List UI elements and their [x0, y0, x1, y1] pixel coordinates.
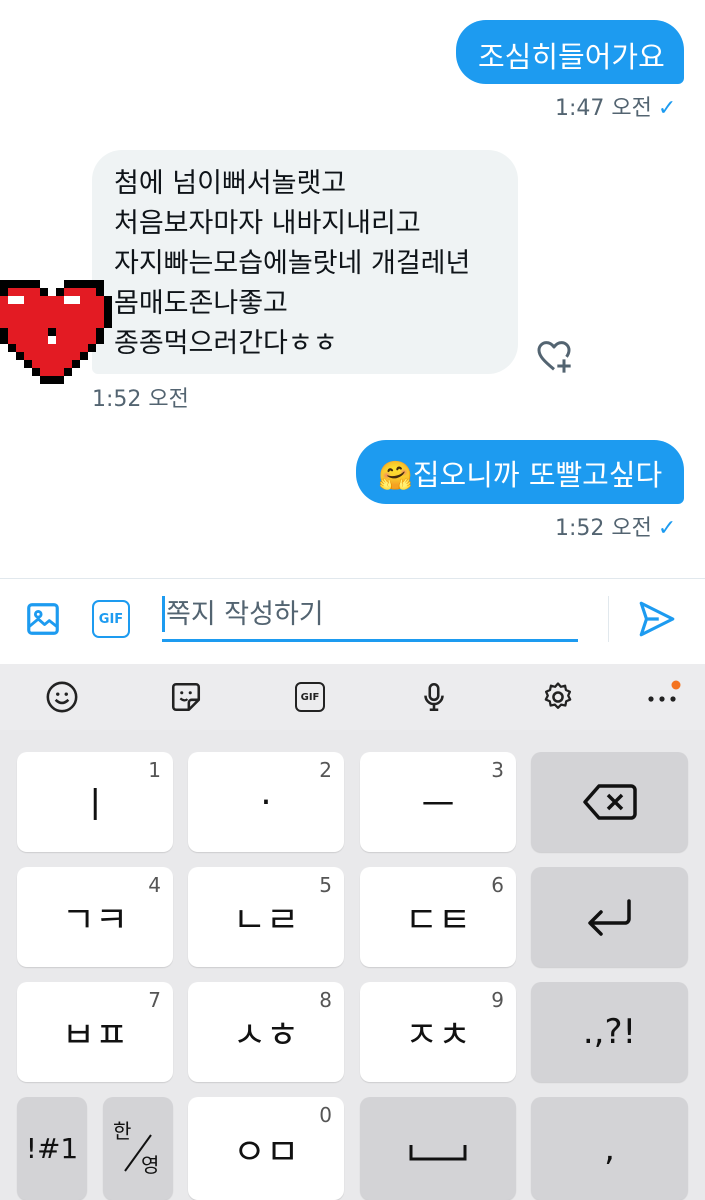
- space-key[interactable]: [360, 1097, 516, 1200]
- key-label: ,: [604, 1128, 615, 1169]
- gif-keyboard-button[interactable]: GIF: [288, 675, 332, 719]
- gif-button[interactable]: GIF: [92, 600, 130, 638]
- gif-label: GIF: [300, 691, 320, 703]
- message-line: 종종먹으러간다ㅎㅎ: [114, 328, 338, 359]
- key-label: ·: [260, 781, 272, 823]
- key-digeut-tieut[interactable]: 6 ㄷㅌ: [360, 867, 516, 967]
- sent-check-icon: ✓: [657, 516, 677, 541]
- key-dot[interactable]: 2 ·: [188, 752, 344, 852]
- more-options-icon[interactable]: [640, 675, 684, 719]
- key-label: ㅣ: [78, 785, 112, 826]
- key-nieun-rieul[interactable]: 5 ㄴㄹ: [188, 867, 344, 967]
- settings-gear-icon[interactable]: [536, 675, 580, 719]
- key-label: ㅡ: [421, 785, 455, 826]
- hugging-face-emoji: 🤗: [378, 459, 413, 492]
- key-giyeok-kieuk[interactable]: 4 ㄱㅋ: [17, 867, 173, 967]
- language-toggle-key[interactable]: 한 영: [103, 1097, 173, 1200]
- keyboard-toolbar: [0, 664, 705, 730]
- message-timestamp: 1:47 오전: [555, 96, 652, 121]
- key-label: ㄴㄹ: [232, 900, 300, 941]
- space-icon: [409, 1145, 467, 1161]
- key-bieup-pieup[interactable]: 7 ㅂㅍ: [17, 982, 173, 1082]
- key-i[interactable]: 1 ㅣ: [17, 752, 173, 852]
- sticker-icon[interactable]: [164, 675, 208, 719]
- message-text: 집오니까 또빨고싶다: [412, 458, 663, 492]
- symbols-key[interactable]: !#1: [17, 1097, 87, 1200]
- emoji-icon[interactable]: [40, 675, 84, 719]
- message-input-container: [162, 592, 582, 642]
- message-input[interactable]: [162, 592, 582, 636]
- lang-english-label: 영: [141, 1153, 160, 1177]
- key-label: ㄷㅌ: [404, 900, 472, 941]
- key-label: ㅈㅊ: [404, 1015, 472, 1056]
- punctuation-key[interactable]: .,?!: [531, 982, 688, 1082]
- key-label: .,?!: [582, 1012, 637, 1052]
- divider: [608, 596, 609, 642]
- message-meta: 1:47 오전 ✓: [555, 90, 676, 122]
- text-caret: [162, 596, 165, 632]
- enter-key[interactable]: [531, 867, 688, 967]
- message-timestamp: 1:52 오전: [92, 387, 189, 412]
- key-label: !#1: [25, 1132, 79, 1165]
- enter-icon: [588, 899, 631, 936]
- message-line: 첨에 넘이뻐서놀랫고: [114, 168, 347, 199]
- key-siot-hieut[interactable]: 8 ㅅㅎ: [188, 982, 344, 1082]
- message-bubble-outgoing[interactable]: 🤗집오니까 또빨고싶다: [356, 440, 684, 504]
- backspace-icon: [583, 784, 637, 820]
- send-icon[interactable]: [636, 598, 678, 640]
- microphone-icon[interactable]: [412, 675, 456, 719]
- message-timestamp: 1:52 오전: [555, 516, 652, 541]
- key-jieut-chieut[interactable]: 9 ㅈㅊ: [360, 982, 516, 1082]
- key-ieung-mieum[interactable]: 0 ㅇㅁ: [188, 1097, 344, 1200]
- message-line: 몸매도존나좋고: [114, 288, 288, 319]
- backspace-key[interactable]: [531, 752, 688, 852]
- key-label: ㄱㅋ: [61, 900, 129, 941]
- message-meta: 1:52 오전 ✓: [555, 510, 676, 542]
- key-label: ㅅㅎ: [232, 1015, 300, 1056]
- sent-check-icon: ✓: [657, 96, 677, 121]
- image-icon[interactable]: [24, 600, 62, 638]
- gif-label: GIF: [98, 611, 124, 627]
- key-label: ㅇㅁ: [232, 1131, 300, 1173]
- message-text: 조심히들어가요: [478, 40, 665, 74]
- message-line: 자지빠는모습에놀랏네 개걸레년: [114, 248, 471, 279]
- add-reaction-icon[interactable]: [534, 336, 574, 376]
- key-eu[interactable]: 3 ㅡ: [360, 752, 516, 852]
- message-bubble-outgoing[interactable]: 조심히들어가요: [456, 20, 684, 84]
- comma-key[interactable]: ,: [531, 1097, 688, 1200]
- key-label: ㅂㅍ: [61, 1015, 129, 1056]
- message-line: 처음보자마자 내바지내리고: [114, 208, 421, 239]
- message-bubble-incoming[interactable]: 첨에 넘이뻐서놀랫고 처음보자마자 내바지내리고 자지빠는모습에놀랏네 개걸레년…: [92, 150, 518, 374]
